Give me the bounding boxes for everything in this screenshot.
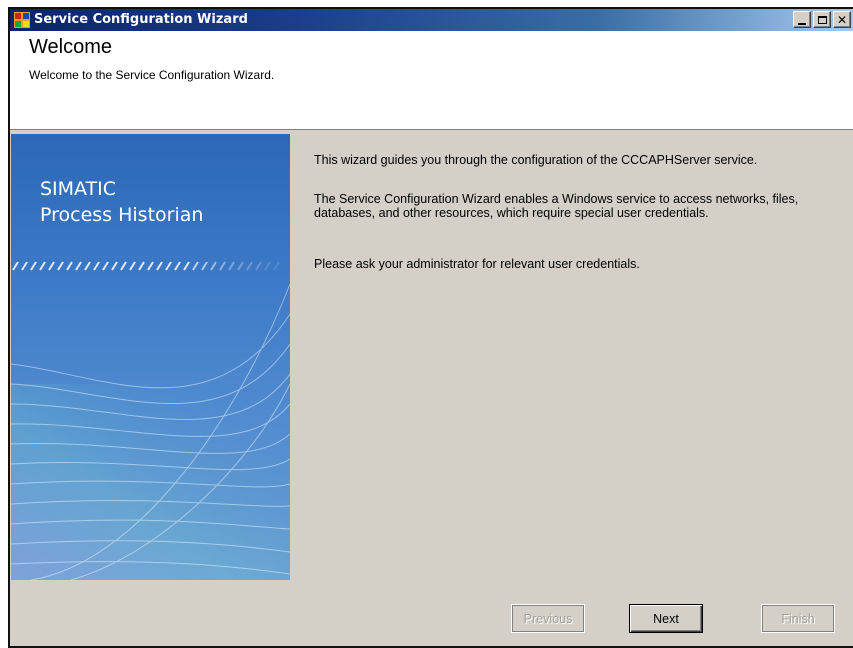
maximize-icon (817, 15, 827, 24)
brand-simatic: SIMATIC (40, 178, 117, 200)
close-icon: ✕ (836, 12, 848, 27)
close-button[interactable]: ✕ (833, 11, 851, 28)
wizard-window: Service Configuration Wizard ✕ Welcome W… (8, 7, 853, 648)
finish-button[interactable]: Finish (761, 604, 835, 633)
intro-paragraph: This wizard guides you through the confi… (314, 153, 758, 167)
app-icon (14, 12, 30, 28)
stripe-pattern (12, 261, 280, 271)
maximize-button[interactable] (813, 11, 831, 28)
next-button[interactable]: Next (629, 604, 703, 633)
brand-product: Process Historian (40, 204, 204, 226)
window-title: Service Configuration Wizard (34, 12, 248, 27)
page-subtitle: Welcome to the Service Configuration Wiz… (29, 68, 275, 82)
branding-panel: SIMATIC Process Historian (11, 134, 290, 580)
page-title: Welcome (29, 36, 112, 58)
branding-artwork (11, 261, 290, 580)
minimize-button[interactable] (793, 11, 811, 28)
credentials-paragraph: Please ask your administrator for releva… (314, 257, 640, 271)
description-paragraph: The Service Configuration Wizard enables… (314, 192, 799, 220)
previous-button[interactable]: Previous (511, 604, 585, 633)
wizard-header: Welcome Welcome to the Service Configura… (10, 31, 853, 130)
minimize-icon (798, 22, 806, 25)
title-bar[interactable]: Service Configuration Wizard ✕ (10, 9, 853, 31)
